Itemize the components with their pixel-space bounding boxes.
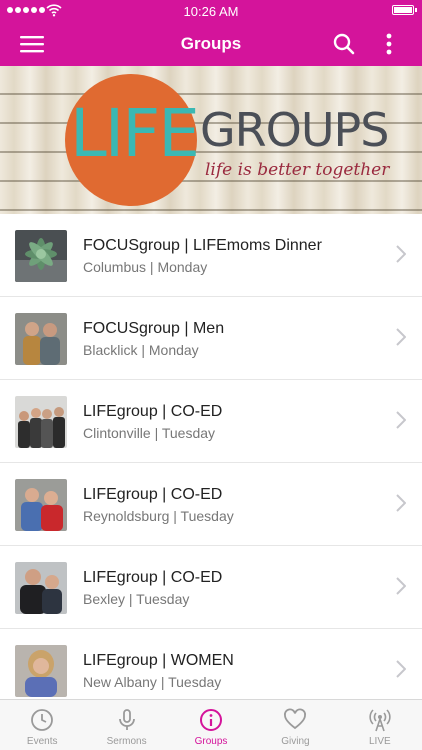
group-title: LIFEgroup | CO-ED xyxy=(83,403,223,420)
clock-icon xyxy=(31,709,54,731)
group-row[interactable]: FOCUSgroup | LIFEmoms Dinner Columbus | … xyxy=(0,214,422,297)
logo-groups-text: GROUPS xyxy=(200,103,389,157)
status-time: 10:26 AM xyxy=(183,3,239,19)
group-row[interactable]: FOCUSgroup | Men Blacklick | Monday xyxy=(0,297,422,380)
tab-label: Events xyxy=(26,736,58,747)
group-subtitle: Clintonville | Tuesday xyxy=(83,425,216,441)
chevron-right-icon xyxy=(396,660,406,678)
tab-label: Groups xyxy=(194,736,228,747)
wifi-icon xyxy=(46,4,62,17)
group-subtitle: New Albany | Tuesday xyxy=(83,674,222,690)
group-row[interactable]: LIFEgroup | CO-ED Bexley | Tuesday xyxy=(0,546,422,629)
heart-icon xyxy=(284,708,307,730)
tab-bar: Events Sermons Groups Giving LIVE xyxy=(0,699,422,750)
group-title: FOCUSgroup | Men xyxy=(83,320,225,337)
search-icon[interactable] xyxy=(322,22,366,66)
group-subtitle: Columbus | Monday xyxy=(83,259,208,275)
chevron-right-icon xyxy=(396,577,406,595)
tab-giving[interactable]: Giving xyxy=(253,700,337,750)
group-title: FOCUSgroup | LIFEmoms Dinner xyxy=(83,237,322,254)
signal-strength-icon xyxy=(7,7,45,13)
group-row[interactable]: LIFEgroup | CO-ED Reynoldsburg | Tuesday xyxy=(0,463,422,546)
tab-label: LIVE xyxy=(368,736,391,747)
tab-label: Giving xyxy=(281,736,310,747)
tab-live[interactable]: LIVE xyxy=(338,700,422,750)
group-thumbnail xyxy=(15,479,67,531)
group-subtitle: Bexley | Tuesday xyxy=(83,591,190,607)
info-icon xyxy=(200,709,223,731)
group-thumbnail xyxy=(15,562,67,614)
microphone-icon xyxy=(118,709,135,730)
group-row[interactable]: LIFEgroup | WOMEN New Albany | Tuesday xyxy=(0,629,422,699)
logo-tagline: life is better together xyxy=(205,160,390,180)
chevron-right-icon xyxy=(396,245,406,263)
group-subtitle: Reynoldsburg | Tuesday xyxy=(83,508,234,524)
life-groups-banner: LIFE GROUPS life is better together xyxy=(0,66,422,214)
group-thumbnail xyxy=(15,645,67,697)
group-subtitle: Blacklick | Monday xyxy=(83,342,199,358)
tab-sermons[interactable]: Sermons xyxy=(84,700,168,750)
tab-groups[interactable]: Groups xyxy=(169,700,253,750)
group-thumbnail xyxy=(15,313,67,365)
chevron-right-icon xyxy=(396,494,406,512)
group-title: LIFEgroup | WOMEN xyxy=(83,652,234,669)
groups-list: FOCUSgroup | LIFEmoms Dinner Columbus | … xyxy=(0,214,422,699)
navigation-bar: Groups xyxy=(0,22,422,66)
group-title: LIFEgroup | CO-ED xyxy=(83,569,223,586)
broadcast-icon xyxy=(369,709,391,732)
chevron-right-icon xyxy=(396,328,406,346)
group-thumbnail xyxy=(15,230,67,282)
battery-icon xyxy=(392,5,414,15)
group-thumbnail xyxy=(15,396,67,448)
chevron-right-icon xyxy=(396,411,406,429)
group-row[interactable]: LIFEgroup | CO-ED Clintonville | Tuesday xyxy=(0,380,422,463)
status-bar: 10:26 AM xyxy=(0,0,422,22)
tab-label: Sermons xyxy=(106,736,147,747)
more-vertical-icon[interactable] xyxy=(367,22,411,66)
logo-life-text: LIFE xyxy=(70,95,200,172)
group-title: LIFEgroup | CO-ED xyxy=(83,486,223,503)
tab-events[interactable]: Events xyxy=(0,700,84,750)
